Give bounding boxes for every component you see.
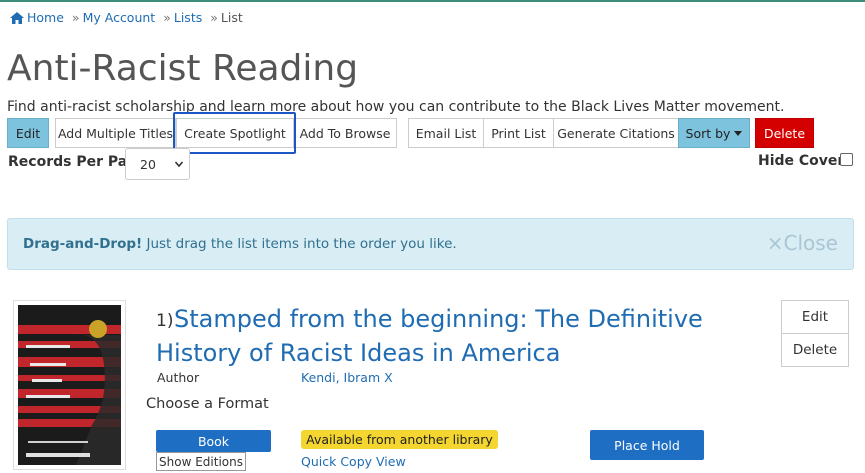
format-book-button[interactable]: Book [156,430,271,452]
quick-copy-view-link[interactable]: Quick Copy View [301,454,406,469]
edit-item-button[interactable]: Edit [781,300,849,334]
place-hold-button[interactable]: Place Hold [590,430,704,460]
alert-message: Drag-and-Drop! Just drag the list items … [23,236,457,252]
top-border [0,0,865,2]
author-label: Author [157,370,200,385]
hide-covers-label: Hide Covers [758,153,853,169]
alert-bold-text: Drag-and-Drop! [23,236,143,252]
availability-badge: Available from another library [301,430,498,449]
add-multiple-titles-button[interactable]: Add Multiple Titles [55,118,176,148]
drag-drop-alert: Drag-and-Drop! Just drag the list items … [7,218,854,270]
sort-by-dropdown[interactable]: Sort by [678,118,750,148]
show-editions-button[interactable]: Show Editions [156,452,246,471]
breadcrumb: Home » My Account » Lists » List [10,10,243,25]
list-description: Find anti-racist scholarship and learn m… [7,99,785,115]
page-title: Anti-Racist Reading [7,48,359,89]
author-link[interactable]: Kendi, Ibram X [301,370,393,385]
breadcrumb-home[interactable]: Home [27,10,64,25]
cover-art [18,305,121,465]
generate-citations-button[interactable]: Generate Citations [553,118,679,148]
print-list-button[interactable]: Print List [483,118,554,148]
book-cover-image [18,305,121,465]
alert-body-text: Just drag the list items into the order … [142,236,457,252]
breadcrumb-separator: » [71,10,80,25]
chevron-down-icon [175,161,183,168]
add-to-browse-button[interactable]: Add To Browse [293,118,397,148]
item-title-link[interactable]: Stamped from the beginning: The Definiti… [156,302,716,370]
breadcrumb-separator: » [163,10,171,25]
sort-by-label: Sort by [685,125,731,141]
book-cover[interactable] [13,300,126,470]
email-list-button[interactable]: Email List [408,118,484,148]
hide-covers-checkbox[interactable] [840,153,853,166]
records-per-page-value: 20 [140,156,156,172]
choose-format-heading: Choose a Format [146,396,269,412]
edit-list-button[interactable]: Edit [7,118,49,148]
breadcrumb-current: List [220,10,243,25]
breadcrumb-lists[interactable]: Lists [174,10,202,25]
breadcrumb-separator: » [210,10,218,25]
delete-list-button[interactable]: Delete [755,118,814,148]
caret-down-icon [734,130,743,136]
records-per-page-select[interactable]: 20 [125,148,190,180]
breadcrumb-my-account[interactable]: My Account [83,10,156,25]
highlight-box [173,112,296,154]
delete-item-button[interactable]: Delete [781,333,849,367]
home-icon [10,11,24,24]
alert-close-button[interactable]: ×Close [767,231,838,255]
